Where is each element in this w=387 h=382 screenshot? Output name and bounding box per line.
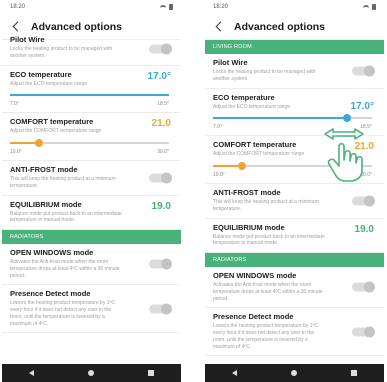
comfort-range: 19.0° 30.0° bbox=[10, 149, 173, 155]
open-windows-row: OPEN WINDOWS mode Activates the Anti-fro… bbox=[205, 267, 384, 309]
eco-temperature-row: ECO temperature Adjust the ECO temperatu… bbox=[2, 66, 181, 114]
eco-min: 7.0° bbox=[213, 124, 222, 131]
android-nav-bar bbox=[2, 364, 181, 382]
comfort-max: 30.0° bbox=[157, 149, 169, 155]
section-living-room: LIVING ROOM bbox=[205, 40, 384, 54]
open-windows-title: OPEN WINDOWS mode bbox=[10, 248, 94, 257]
comfort-min: 19.0° bbox=[10, 149, 22, 155]
eco-min: 7.0° bbox=[10, 101, 19, 108]
nav-home-icon[interactable] bbox=[291, 370, 297, 376]
eco-max: 18.5° bbox=[157, 101, 169, 108]
pilot-wire-title: Pilot Wire bbox=[213, 58, 248, 67]
anti-frost-toggle[interactable] bbox=[352, 195, 375, 207]
status-time: 18:20 bbox=[10, 4, 26, 10]
presence-desc: Lowers the heating product temperature b… bbox=[213, 323, 318, 350]
equilibrium-title: EQUILIBRIUM mode bbox=[10, 199, 82, 209]
presence-toggle[interactable] bbox=[352, 326, 375, 338]
anti-frost-row: ANTI-FROST mode This will keep the heati… bbox=[2, 161, 181, 196]
back-arrow-icon[interactable] bbox=[12, 21, 23, 32]
comfort-temperature-row: COMFORT temperature Adjust the COMFORT t… bbox=[2, 113, 181, 161]
battery-icon bbox=[372, 4, 376, 10]
anti-frost-row: ANTI-FROST mode This will keep the heati… bbox=[205, 184, 384, 219]
phone-screen-right: 18:20 Advanced options LIVING ROOM Pilot… bbox=[205, 0, 384, 382]
open-windows-toggle[interactable] bbox=[149, 258, 172, 270]
comfort-value: 21.0 bbox=[354, 141, 374, 153]
status-time: 18:20 bbox=[213, 4, 229, 10]
comfort-temperature-row: COMFORT temperature Adjust the COMFORT t… bbox=[205, 136, 384, 184]
android-nav-bar bbox=[205, 364, 384, 382]
status-icons bbox=[363, 4, 376, 10]
eco-range: 7.0° 18.5° bbox=[213, 124, 376, 130]
status-icons bbox=[160, 4, 173, 10]
presence-detect-row: Presence Detect mode Lowers the heating … bbox=[205, 308, 384, 357]
nav-home-icon[interactable] bbox=[88, 370, 94, 376]
app-bar: Advanced options bbox=[205, 14, 384, 40]
presence-title: Presence Detect mode bbox=[10, 289, 91, 299]
battery-icon bbox=[169, 4, 173, 10]
status-bar: 18:20 bbox=[205, 0, 384, 14]
nav-recent-icon[interactable] bbox=[148, 370, 154, 376]
status-bar: 18:20 bbox=[2, 0, 181, 14]
eco-max: 18.5° bbox=[360, 124, 372, 131]
page-title: Advanced options bbox=[234, 20, 326, 33]
section-radiators: RADIATORS bbox=[2, 230, 181, 244]
eco-slider[interactable] bbox=[10, 91, 169, 99]
comfort-slider-thumb[interactable] bbox=[34, 139, 43, 147]
open-windows-toggle[interactable] bbox=[352, 281, 375, 293]
eco-value: 17.0° bbox=[350, 100, 374, 112]
equilibrium-row: EQUILIBRIUM mode Balance mode put produc… bbox=[2, 196, 181, 230]
equilibrium-desc: Balance mode put product back to an inte… bbox=[10, 210, 122, 224]
eco-desc: Adjust the ECO temperature range bbox=[10, 80, 87, 87]
comfort-max: 30.0° bbox=[360, 172, 372, 178]
anti-frost-title: ANTI-FROST mode bbox=[213, 188, 281, 197]
comfort-desc: Adjust the COMFORT temperature range bbox=[10, 128, 102, 135]
comfort-title: COMFORT temperature bbox=[10, 117, 94, 127]
eco-slider[interactable] bbox=[213, 114, 372, 123]
comfort-slider[interactable] bbox=[213, 162, 372, 170]
nav-back-icon[interactable] bbox=[29, 370, 34, 376]
presence-desc: Lowers the heating product temperature b… bbox=[10, 300, 115, 327]
anti-frost-toggle[interactable] bbox=[149, 172, 172, 184]
settings-list[interactable]: LIVING ROOM Pilot Wire Locks the heating… bbox=[205, 40, 384, 364]
presence-title: Presence Detect mode bbox=[213, 312, 294, 322]
comfort-min: 19.0° bbox=[213, 172, 225, 178]
pilot-wire-toggle[interactable] bbox=[149, 43, 172, 55]
comfort-slider[interactable] bbox=[10, 139, 169, 147]
presence-toggle[interactable] bbox=[149, 303, 172, 315]
presence-detect-row: Presence Detect mode Lowers the heating … bbox=[2, 285, 181, 334]
settings-list[interactable]: Pilot Wire Locks the heating product to … bbox=[2, 33, 181, 364]
equilibrium-row: EQUILIBRIUM mode Balance mode put produc… bbox=[205, 219, 384, 253]
comfort-slider-thumb[interactable] bbox=[237, 162, 246, 170]
equilibrium-desc: Balance mode put product back to an inte… bbox=[213, 233, 325, 247]
pilot-wire-toggle[interactable] bbox=[352, 65, 375, 77]
nav-back-icon[interactable] bbox=[232, 370, 237, 376]
equilibrium-title: EQUILIBRIUM mode bbox=[213, 222, 285, 232]
pilot-wire-row: Pilot Wire Locks the heating product to … bbox=[205, 54, 384, 89]
anti-frost-title: ANTI-FROST mode bbox=[10, 165, 78, 174]
eco-range: 7.0° 18.5° bbox=[10, 101, 173, 107]
equilibrium-value[interactable]: 19.0 bbox=[152, 201, 171, 212]
phone-screen-left: 18:20 Advanced options Pilot Wire Locks … bbox=[2, 0, 181, 382]
eco-value: 17.0° bbox=[147, 70, 171, 82]
page-title: Advanced options bbox=[31, 20, 123, 33]
wifi-icon bbox=[363, 4, 369, 10]
comfort-title: COMFORT temperature bbox=[213, 140, 297, 150]
open-windows-row: OPEN WINDOWS mode Activates the Anti-fro… bbox=[2, 244, 181, 286]
wifi-icon bbox=[160, 4, 166, 10]
pilot-wire-row: Pilot Wire Locks the heating product to … bbox=[2, 33, 181, 66]
comfort-desc: Adjust the COMFORT temperature range bbox=[213, 151, 305, 158]
nav-recent-icon[interactable] bbox=[351, 370, 357, 376]
equilibrium-value[interactable]: 19.0 bbox=[355, 224, 374, 235]
comfort-value: 21.0 bbox=[151, 118, 171, 130]
pilot-wire-title: Pilot Wire bbox=[10, 35, 45, 44]
eco-temperature-row: ECO temperature Adjust the ECO temperatu… bbox=[205, 89, 384, 137]
eco-slider-thumb[interactable] bbox=[342, 114, 351, 123]
back-arrow-icon[interactable] bbox=[215, 21, 226, 32]
open-windows-title: OPEN WINDOWS mode bbox=[213, 271, 297, 280]
comfort-range: 19.0° 30.0° bbox=[213, 172, 376, 178]
section-radiators: RADIATORS bbox=[205, 253, 384, 267]
